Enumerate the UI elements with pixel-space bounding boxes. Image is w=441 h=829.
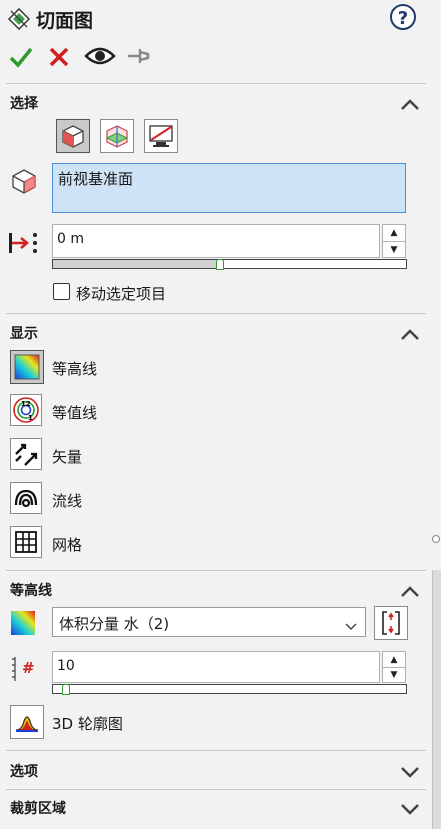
select-planes-button[interactable] — [100, 119, 134, 153]
offset-decrease-button[interactable]: ▼ — [383, 241, 405, 257]
offset-slider[interactable] — [52, 259, 407, 270]
contour-levels-spinner[interactable]: ▲ ▼ — [382, 651, 406, 683]
ok-button[interactable] — [8, 44, 34, 70]
chevron-down-icon — [345, 617, 357, 635]
move-selected-label: 移动选定项目 — [76, 285, 167, 303]
collapse-selection-chevron-icon[interactable] — [401, 95, 419, 114]
offset-increase-button[interactable]: ▲ — [383, 225, 405, 241]
profile-3d-toggle-button[interactable] — [10, 705, 44, 739]
isolines-toggle-button[interactable]: 12 1 — [10, 394, 42, 426]
help-icon[interactable]: ? — [390, 4, 416, 30]
profile-3d-label: 3D 轮廓图 — [52, 715, 123, 733]
display-item-contours-label: 等高线 — [52, 360, 98, 378]
section-contours-header[interactable]: 等高线 — [10, 580, 52, 600]
display-item-vectors-label: 矢量 — [52, 448, 83, 466]
collapse-contours-chevron-icon[interactable] — [401, 582, 419, 601]
mesh-toggle-button[interactable] — [10, 526, 42, 558]
offset-slider-fill — [53, 260, 219, 268]
levels-slider-thumb[interactable] — [62, 684, 71, 695]
select-faces-button[interactable] — [56, 119, 90, 153]
expand-clip-region-chevron-icon[interactable] — [401, 800, 419, 819]
contour-parameter-icon — [10, 610, 36, 636]
streamlines-toggle-button[interactable] — [10, 482, 42, 514]
contour-levels-input[interactable]: 10 — [52, 651, 380, 683]
svg-text:12: 12 — [21, 400, 31, 408]
panel-title: 切面图 — [36, 10, 94, 32]
svg-text:#: # — [22, 659, 35, 677]
svg-text:1: 1 — [28, 414, 33, 422]
display-item-mesh-label: 网格 — [52, 536, 83, 554]
offset-icon — [8, 231, 42, 255]
collapse-display-chevron-icon[interactable] — [401, 325, 419, 344]
pin-button[interactable] — [126, 46, 152, 66]
contour-levels-slider[interactable] — [52, 684, 407, 695]
plane-field[interactable]: 前视基准面 — [52, 163, 406, 213]
expand-options-chevron-icon[interactable] — [401, 763, 419, 782]
preview-eye-button[interactable] — [84, 44, 116, 68]
display-item-isolines-label: 等值线 — [52, 404, 98, 422]
contour-levels-icon: # — [10, 655, 40, 683]
section-selection-header[interactable]: 选择 — [10, 93, 38, 113]
adjust-range-button[interactable] — [374, 606, 408, 640]
offset-slider-thumb[interactable] — [215, 259, 224, 270]
panel-scrollbar[interactable] — [432, 570, 441, 829]
offset-spinner[interactable]: ▲ ▼ — [382, 224, 406, 258]
select-screen-button[interactable] — [144, 119, 178, 153]
contours-toggle-button[interactable] — [10, 350, 44, 384]
cancel-button[interactable] — [48, 46, 70, 68]
panel-resize-handle[interactable] — [432, 535, 440, 543]
vectors-toggle-button[interactable] — [10, 438, 42, 470]
plane-selector-icon — [10, 167, 38, 195]
section-clip-region-header[interactable]: 裁剪区域 — [10, 798, 66, 818]
display-item-streamlines-label: 流线 — [52, 492, 83, 510]
offset-input[interactable]: 0 m — [52, 224, 380, 258]
cut-plot-icon — [7, 7, 31, 31]
section-options-header[interactable]: 选项 — [10, 761, 38, 781]
move-selected-checkbox[interactable] — [53, 283, 70, 300]
section-display-header[interactable]: 显示 — [10, 323, 38, 343]
levels-decrease-button[interactable]: ▼ — [383, 667, 405, 682]
levels-increase-button[interactable]: ▲ — [383, 652, 405, 667]
contour-parameter-dropdown[interactable]: 体积分量 水（2) — [52, 607, 366, 637]
contour-parameter-value: 体积分量 水（2) — [59, 615, 170, 633]
